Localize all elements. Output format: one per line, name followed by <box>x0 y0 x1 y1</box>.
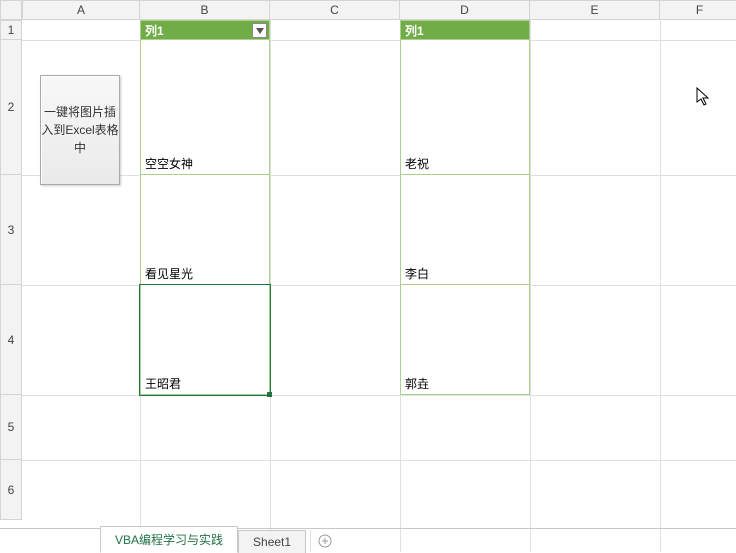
cell-d4[interactable]: 郭垚 <box>400 285 530 395</box>
sheet-tab-vba-label: VBA编程学习与实践 <box>115 533 223 547</box>
plus-circle-icon <box>318 534 332 548</box>
col-header-a[interactable]: A <box>22 0 140 20</box>
insert-images-button[interactable]: 一键将图片插入到Excel表格中 <box>40 75 120 185</box>
col-header-e[interactable]: E <box>530 0 660 20</box>
table-b-header[interactable]: 列1 <box>140 20 270 40</box>
table-b-header-label: 列1 <box>145 22 164 39</box>
filter-dropdown-b[interactable] <box>252 23 267 38</box>
cell-b3[interactable]: 看见星光 <box>140 175 270 285</box>
select-all-corner[interactable] <box>0 0 22 20</box>
add-sheet-button[interactable] <box>310 530 338 552</box>
cell-b2[interactable]: 空空女神 <box>140 40 270 175</box>
row-header-5[interactable]: 5 <box>0 395 22 460</box>
row-header-6[interactable]: 6 <box>0 460 22 520</box>
sheet-tab-sheet1[interactable]: Sheet1 <box>238 530 306 553</box>
row-header-2[interactable]: 2 <box>0 40 22 175</box>
col-header-c[interactable]: C <box>270 0 400 20</box>
cell-d2-value: 老祝 <box>405 155 429 172</box>
cell-d3[interactable]: 李白 <box>400 175 530 285</box>
cell-b4-value: 王昭君 <box>145 375 181 392</box>
row-header-4[interactable]: 4 <box>0 285 22 395</box>
chevron-down-icon <box>256 28 264 34</box>
row-header-1[interactable]: 1 <box>0 20 22 40</box>
cell-b3-value: 看见星光 <box>145 265 193 282</box>
row-header-3[interactable]: 3 <box>0 175 22 285</box>
cell-d2[interactable]: 老祝 <box>400 40 530 175</box>
fill-handle[interactable] <box>267 392 272 397</box>
col-header-b[interactable]: B <box>140 0 270 20</box>
sheet-tab-vba[interactable]: VBA编程学习与实践 <box>100 526 238 553</box>
table-d-header[interactable]: 列1 <box>400 20 530 40</box>
sheet-tab-sheet1-label: Sheet1 <box>253 535 291 549</box>
insert-images-button-label: 一键将图片插入到Excel表格中 <box>41 103 119 157</box>
cell-b2-value: 空空女神 <box>145 155 193 172</box>
col-header-f[interactable]: F <box>660 0 736 20</box>
col-header-d[interactable]: D <box>400 0 530 20</box>
table-d-header-label: 列1 <box>405 22 424 39</box>
cell-d4-value: 郭垚 <box>405 375 429 392</box>
cell-b4[interactable]: 王昭君 <box>140 285 270 395</box>
cell-d3-value: 李白 <box>405 265 429 282</box>
